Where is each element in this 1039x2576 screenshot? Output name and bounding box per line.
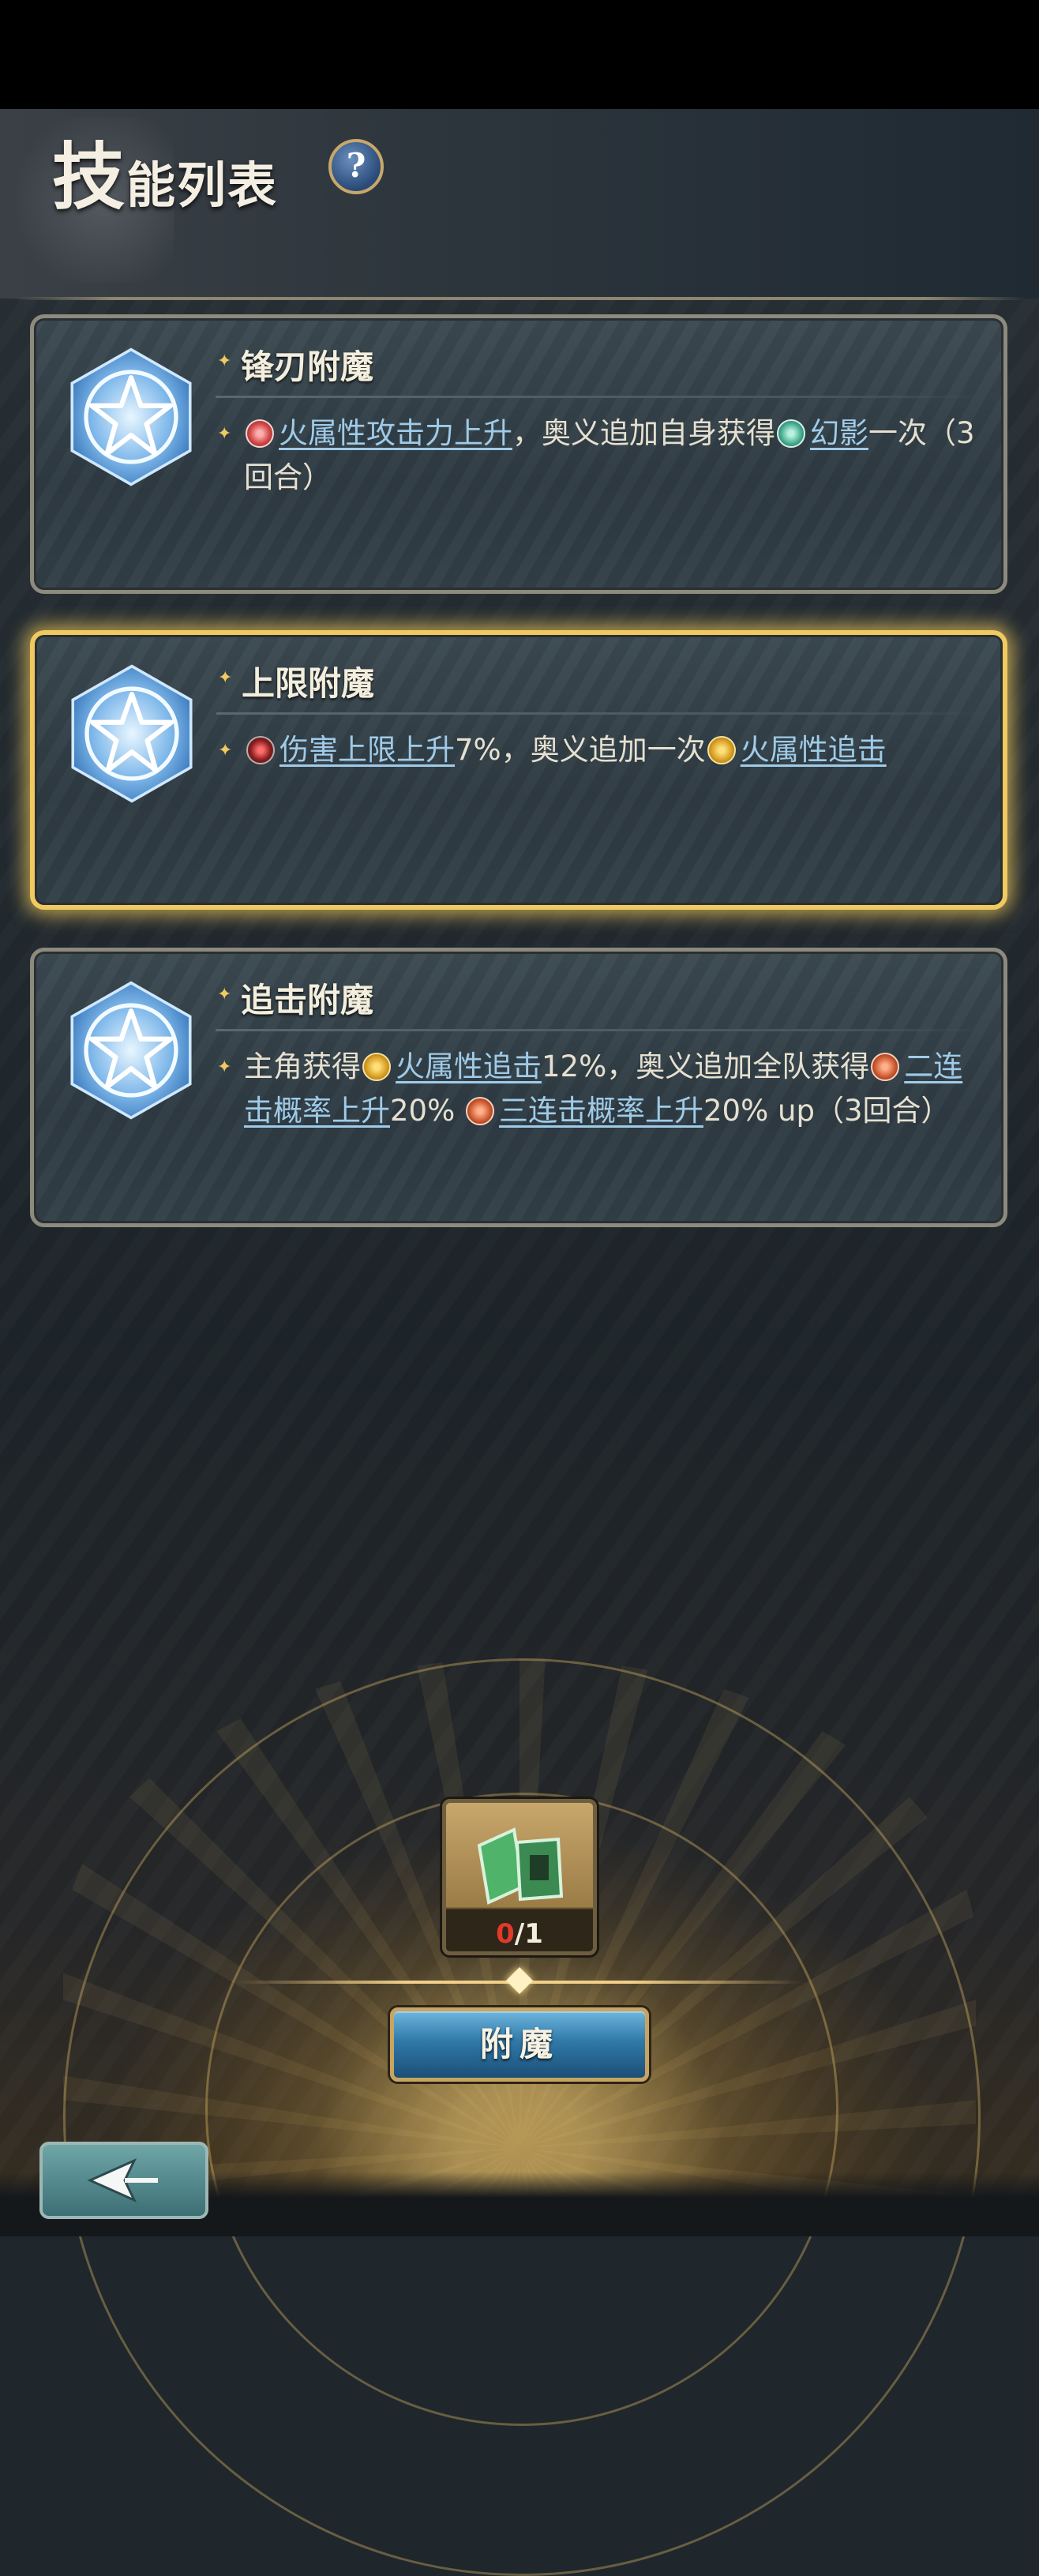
star-skill-icon	[70, 347, 192, 486]
keyword-link[interactable]: 三连击概率上升	[499, 1094, 703, 1128]
description-text: 12%，奥义追加全队获得	[542, 1050, 870, 1083]
fire-attack-up-icon	[246, 419, 274, 448]
fire-chase-icon	[707, 736, 736, 764]
back-arrow-icon	[87, 2157, 158, 2203]
skill-description: 伤害上限上升7%，奥义追加一次 火属性追击	[245, 728, 984, 772]
enchant-button[interactable]: 附魔	[390, 2007, 649, 2082]
fire-chase-icon	[362, 1053, 391, 1081]
back-button[interactable]	[39, 2142, 208, 2219]
card-divider	[216, 396, 988, 398]
keyword-link[interactable]: 火属性攻击力上升	[279, 416, 512, 450]
description-text: 20%	[390, 1094, 456, 1128]
damage-cap-icon	[246, 736, 275, 764]
material-current: 0	[496, 1918, 515, 1950]
material-total: /1	[514, 1918, 543, 1950]
material-slot[interactable]: 0/1	[442, 1799, 597, 1955]
green-emblem-icon	[477, 1827, 564, 1905]
skill-description: 火属性攻击力上升，奥义追加自身获得 幻影一次（3回合）	[244, 411, 985, 500]
bullet-icon: ✦	[218, 668, 233, 688]
triple-attack-icon	[466, 1097, 495, 1125]
double-attack-icon	[871, 1053, 900, 1081]
status-bar	[0, 0, 1039, 109]
keyword-link[interactable]: 火属性追击	[396, 1050, 542, 1083]
description-text: 20% up（3回合）	[703, 1094, 951, 1128]
skill-card-chase-enchant[interactable]: ✦ 追击附魔 ✦ 主角获得 火属性追击12%，奥义追加全队获得 二连击概率上升20%…	[30, 948, 1007, 1227]
phantom-icon	[777, 419, 805, 448]
keyword-link[interactable]: 伤害上限上升	[279, 733, 455, 767]
bullet-icon: ✦	[217, 1057, 232, 1077]
page-title-rest: 能列表	[126, 156, 279, 214]
bullet-icon: ✦	[217, 424, 232, 444]
keyword-link[interactable]: 幻影	[810, 416, 868, 450]
help-button[interactable]: ?	[328, 139, 384, 194]
description-text: 主角获得	[244, 1050, 361, 1083]
skill-card-cap-enchant[interactable]: ✦ 上限附魔 ✦ 伤害上限上升7%，奥义追加一次 火属性追击	[30, 630, 1007, 910]
card-divider	[216, 1029, 988, 1031]
description-text: ，奥义追加自身获得	[512, 416, 775, 450]
skill-card-blade-enchant[interactable]: ✦ 锋刃附魔 ✦ 火属性攻击力上升，奥义追加自身获得 幻影一次（3回合）	[30, 314, 1007, 594]
bullet-icon: ✦	[217, 351, 232, 371]
header-divider	[13, 297, 1026, 300]
keyword-link[interactable]: 火属性追击	[741, 733, 887, 767]
star-skill-icon	[71, 664, 193, 803]
page-title: 技能列表	[52, 118, 278, 223]
skill-title: 锋刃附魔	[241, 347, 374, 386]
skill-title: 上限附魔	[242, 664, 375, 703]
material-count: 0/1	[446, 1918, 593, 1950]
card-divider	[216, 712, 987, 715]
page-title-initial: 技	[52, 134, 127, 220]
description-text: 7%，奥义追加一次	[455, 733, 706, 767]
star-skill-icon	[70, 981, 192, 1120]
skill-title: 追击附魔	[241, 981, 374, 1020]
bullet-icon: ✦	[217, 985, 232, 1004]
bullet-icon: ✦	[218, 741, 233, 760]
skill-description: 主角获得 火属性追击12%，奥义追加全队获得 二连击概率上升20% 三连击概率上升2…	[244, 1045, 985, 1133]
